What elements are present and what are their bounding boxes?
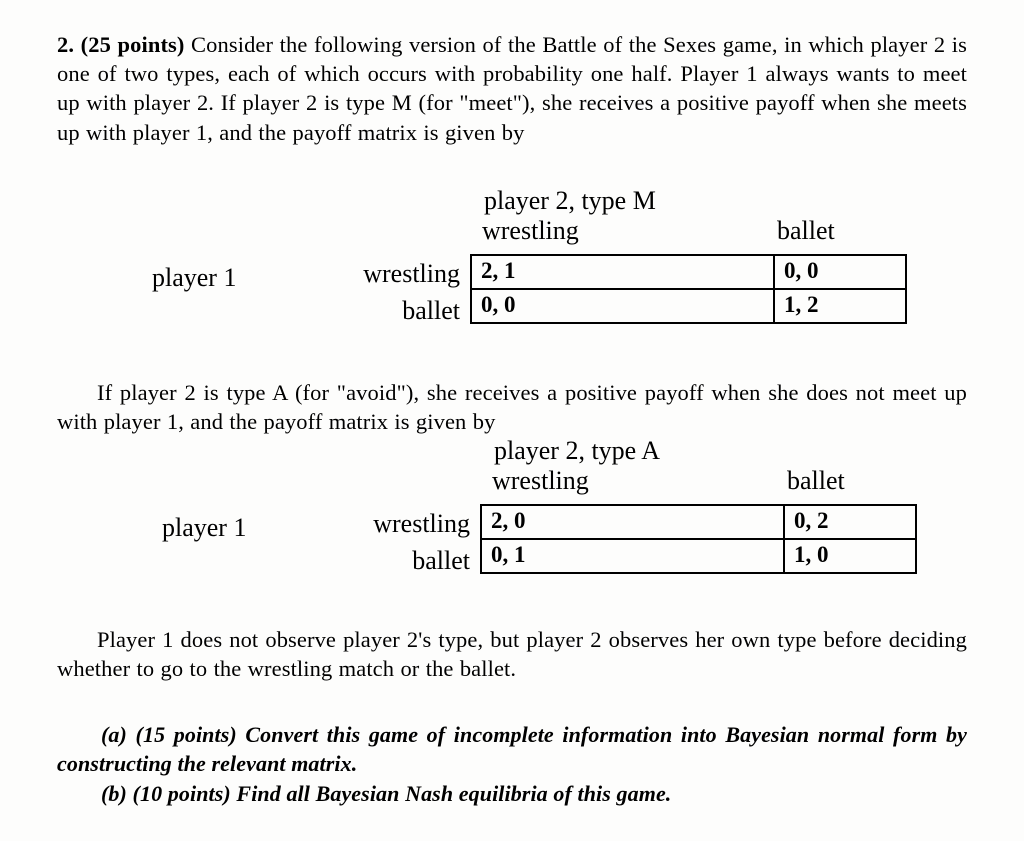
question-number-label: 2. (25 points) [57, 31, 185, 57]
matrix-m-cell-ww: 2, 1 [470, 254, 775, 290]
table-row: 2, 0 0, 2 [480, 504, 917, 540]
matrix-m-row-header-wrestling: wrestling [363, 259, 460, 288]
observation-paragraph: Player 1 does not observe player 2's typ… [57, 626, 967, 681]
table-row: 0, 0 1, 2 [470, 288, 907, 324]
matrix-m-column-group-title: player 2, type M [484, 186, 656, 215]
intro-paragraph-text: Consider the following version of the Ba… [57, 31, 967, 145]
matrix-m-col-header-ballet: ballet [777, 216, 835, 245]
matrix-a-row-player-label: player 1 [162, 513, 247, 542]
intro-paragraph: 2. (25 points) Consider the following ve… [57, 30, 967, 148]
payoff-matrix-type-m: player 1 wrestling ballet player 2, type… [0, 186, 1024, 326]
matrix-m-table: 2, 1 0, 0 0, 0 1, 2 [470, 254, 907, 324]
matrix-a-col-header-wrestling: wrestling [492, 466, 589, 495]
question-part-a: (a) (15 points) Convert this game of inc… [57, 722, 967, 776]
matrix-m-cell-bb: 1, 2 [773, 288, 907, 324]
matrix-m-row-header-ballet: ballet [402, 296, 460, 325]
matrix-a-table: 2, 0 0, 2 0, 1 1, 0 [480, 504, 917, 574]
matrix-a-row-header-ballet: ballet [412, 546, 470, 575]
matrix-m-row-headers: wrestling ballet [300, 255, 460, 329]
matrix-a-column-group-title: player 2, type A [494, 436, 661, 465]
document-page: 2. (25 points) Consider the following ve… [0, 0, 1024, 841]
matrix-a-cell-bb: 1, 0 [783, 538, 917, 574]
table-row: 2, 1 0, 0 [470, 254, 907, 290]
matrix-m-cell-wb: 0, 0 [773, 254, 907, 290]
matrix-a-cell-bw: 0, 1 [480, 538, 785, 574]
matrix-a-cell-ww: 2, 0 [480, 504, 785, 540]
table-row: 0, 1 1, 0 [480, 538, 917, 574]
matrix-m-cell-bw: 0, 0 [470, 288, 775, 324]
matrix-m-col-header-wrestling: wrestling [482, 216, 579, 245]
question-part-b: (b) (10 points) Find all Bayesian Nash e… [101, 781, 672, 806]
matrix-m-row-player-label: player 1 [152, 263, 237, 292]
matrix-a-cell-wb: 0, 2 [783, 504, 917, 540]
payoff-matrix-type-a: player 1 wrestling ballet player 2, type… [10, 436, 1024, 576]
matrix-a-row-header-wrestling: wrestling [373, 509, 470, 538]
matrix-a-col-header-ballet: ballet [787, 466, 845, 495]
matrix-a-row-headers: wrestling ballet [310, 505, 470, 579]
type-a-paragraph: If player 2 is type A (for "avoid"), she… [57, 379, 967, 434]
